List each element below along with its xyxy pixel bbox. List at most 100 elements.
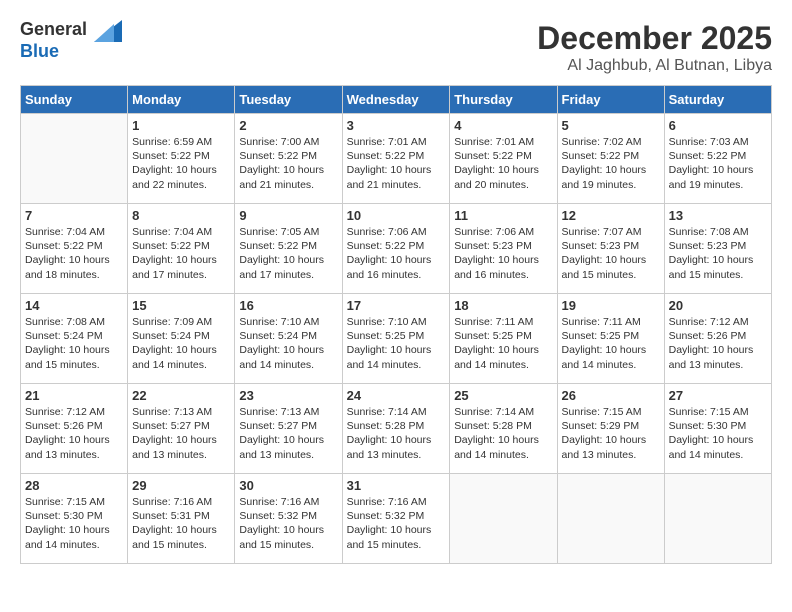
day-number: 1 [132, 118, 230, 133]
day-number: 31 [347, 478, 446, 493]
calendar-cell: 2Sunrise: 7:00 AM Sunset: 5:22 PM Daylig… [235, 114, 342, 204]
day-info: Sunrise: 7:15 AM Sunset: 5:29 PM Dayligh… [562, 405, 660, 462]
calendar-cell: 31 Sunrise: 7:16 AM Sunset: 5:32 PM Dayli… [342, 474, 450, 564]
day-info: Sunrise: 7:11 AM Sunset: 5:25 PM Dayligh… [454, 315, 552, 372]
calendar-cell: 11 Sunrise: 7:06 AM Sunset: 5:23 PM Dayli… [450, 204, 557, 294]
calendar-cell: 20 Sunrise: 7:12 AM Sunset: 5:26 PM Dayli… [664, 294, 771, 384]
calendar-cell: 4 Sunrise: 7:01 AM Sunset: 5:22 PM Daylig… [450, 114, 557, 204]
day-info: Sunrise: 7:01 AM Sunset: 5:22 PM Dayligh… [454, 135, 552, 192]
day-info: Sunrise: 7:16 AM Sunset: 5:31 PM Dayligh… [132, 495, 230, 552]
calendar-week-row: 28 Sunrise: 7:15 AM Sunset: 5:30 PM Dayli… [21, 474, 772, 564]
calendar-cell [450, 474, 557, 564]
day-number: 7 [25, 208, 123, 223]
day-number: 25 [454, 388, 552, 403]
day-number: 17 [347, 298, 446, 313]
page-header: General Blue December 2025 Al Jaghbub, A… [20, 20, 772, 75]
calendar-cell: 26 Sunrise: 7:15 AM Sunset: 5:29 PM Dayli… [557, 384, 664, 474]
day-number: 3 [347, 118, 446, 133]
day-number: 20 [669, 298, 767, 313]
calendar-cell: 10Sunrise: 7:06 AM Sunset: 5:22 PM Dayli… [342, 204, 450, 294]
calendar-cell: 30 Sunrise: 7:16 AM Sunset: 5:32 PM Dayli… [235, 474, 342, 564]
day-info: Sunrise: 7:13 AM Sunset: 5:27 PM Dayligh… [239, 405, 337, 462]
title-block: December 2025 Al Jaghbub, Al Butnan, Lib… [537, 20, 772, 75]
logo: General Blue [20, 20, 122, 60]
day-number: 23 [239, 388, 337, 403]
day-number: 27 [669, 388, 767, 403]
day-info: Sunrise: 7:05 AM Sunset: 5:22 PM Dayligh… [239, 225, 337, 282]
day-number: 9 [239, 208, 337, 223]
calendar-cell: 23 Sunrise: 7:13 AM Sunset: 5:27 PM Dayli… [235, 384, 342, 474]
day-info: Sunrise: 7:02 AM Sunset: 5:22 PM Dayligh… [562, 135, 660, 192]
day-info: Sunrise: 7:03 AM Sunset: 5:22 PM Dayligh… [669, 135, 767, 192]
calendar-cell: 24 Sunrise: 7:14 AM Sunset: 5:28 PM Dayli… [342, 384, 450, 474]
calendar-cell: 27 Sunrise: 7:15 AM Sunset: 5:30 PM Dayli… [664, 384, 771, 474]
day-number: 11 [454, 208, 552, 223]
day-number: 29 [132, 478, 230, 493]
day-info: Sunrise: 7:12 AM Sunset: 5:26 PM Dayligh… [25, 405, 123, 462]
day-info: Sunrise: 7:12 AM Sunset: 5:26 PM Dayligh… [669, 315, 767, 372]
calendar-cell: 3 Sunrise: 7:01 AM Sunset: 5:22 PM Daylig… [342, 114, 450, 204]
calendar-cell [557, 474, 664, 564]
calendar-cell: 28 Sunrise: 7:15 AM Sunset: 5:30 PM Dayli… [21, 474, 128, 564]
day-info: Sunrise: 7:14 AM Sunset: 5:28 PM Dayligh… [347, 405, 446, 462]
calendar-week-row: 21 Sunrise: 7:12 AM Sunset: 5:26 PM Dayli… [21, 384, 772, 474]
calendar-cell: 8 Sunrise: 7:04 AM Sunset: 5:22 PM Daylig… [128, 204, 235, 294]
calendar-cell: 14 Sunrise: 7:08 AM Sunset: 5:24 PM Dayli… [21, 294, 128, 384]
calendar-cell: 7 Sunrise: 7:04 AM Sunset: 5:22 PM Daylig… [21, 204, 128, 294]
day-number: 21 [25, 388, 123, 403]
calendar-cell: 18Sunrise: 7:11 AM Sunset: 5:25 PM Dayli… [450, 294, 557, 384]
day-info: Sunrise: 6:59 AM Sunset: 5:22 PM Dayligh… [132, 135, 230, 192]
day-number: 30 [239, 478, 337, 493]
logo-general: General [20, 19, 87, 39]
day-number: 14 [25, 298, 123, 313]
day-info: Sunrise: 7:15 AM Sunset: 5:30 PM Dayligh… [25, 495, 123, 552]
calendar-cell: 22Sunrise: 7:13 AM Sunset: 5:27 PM Dayli… [128, 384, 235, 474]
day-number: 4 [454, 118, 552, 133]
calendar-cell: 15 Sunrise: 7:09 AM Sunset: 5:24 PM Dayli… [128, 294, 235, 384]
calendar-header: SundayMondayTuesdayWednesdayThursdayFrid… [21, 86, 772, 114]
day-number: 10 [347, 208, 446, 223]
weekday-header: Thursday [450, 86, 557, 114]
day-info: Sunrise: 7:04 AM Sunset: 5:22 PM Dayligh… [132, 225, 230, 282]
logo-blue: Blue [20, 42, 59, 60]
day-info: Sunrise: 7:08 AM Sunset: 5:24 PM Dayligh… [25, 315, 123, 372]
calendar-table: SundayMondayTuesdayWednesdayThursdayFrid… [20, 85, 772, 564]
day-info: Sunrise: 7:16 AM Sunset: 5:32 PM Dayligh… [239, 495, 337, 552]
calendar-week-row: 1 Sunrise: 6:59 AM Sunset: 5:22 PM Daylig… [21, 114, 772, 204]
day-info: Sunrise: 7:16 AM Sunset: 5:32 PM Dayligh… [347, 495, 446, 552]
calendar-week-row: 7 Sunrise: 7:04 AM Sunset: 5:22 PM Daylig… [21, 204, 772, 294]
calendar-cell: 16Sunrise: 7:10 AM Sunset: 5:24 PM Dayli… [235, 294, 342, 384]
calendar-cell: 25 Sunrise: 7:14 AM Sunset: 5:28 PM Dayli… [450, 384, 557, 474]
day-info: Sunrise: 7:00 AM Sunset: 5:22 PM Dayligh… [239, 135, 337, 192]
day-info: Sunrise: 7:11 AM Sunset: 5:25 PM Dayligh… [562, 315, 660, 372]
day-info: Sunrise: 7:09 AM Sunset: 5:24 PM Dayligh… [132, 315, 230, 372]
day-number: 15 [132, 298, 230, 313]
day-number: 28 [25, 478, 123, 493]
weekday-header: Tuesday [235, 86, 342, 114]
day-number: 12 [562, 208, 660, 223]
day-number: 19 [562, 298, 660, 313]
calendar-cell [664, 474, 771, 564]
calendar-cell: 6 Sunrise: 7:03 AM Sunset: 5:22 PM Daylig… [664, 114, 771, 204]
day-number: 8 [132, 208, 230, 223]
calendar-cell [21, 114, 128, 204]
day-info: Sunrise: 7:07 AM Sunset: 5:23 PM Dayligh… [562, 225, 660, 282]
day-info: Sunrise: 7:14 AM Sunset: 5:28 PM Dayligh… [454, 405, 552, 462]
day-info: Sunrise: 7:06 AM Sunset: 5:23 PM Dayligh… [454, 225, 552, 282]
calendar-cell: 19 Sunrise: 7:11 AM Sunset: 5:25 PM Dayli… [557, 294, 664, 384]
day-number: 6 [669, 118, 767, 133]
calendar-cell: 29 Sunrise: 7:16 AM Sunset: 5:31 PM Dayli… [128, 474, 235, 564]
page-title: December 2025 [537, 20, 772, 57]
day-number: 26 [562, 388, 660, 403]
day-number: 13 [669, 208, 767, 223]
day-number: 24 [347, 388, 446, 403]
day-info: Sunrise: 7:08 AM Sunset: 5:23 PM Dayligh… [669, 225, 767, 282]
calendar-cell: 21 Sunrise: 7:12 AM Sunset: 5:26 PM Dayli… [21, 384, 128, 474]
calendar-cell: 9 Sunrise: 7:05 AM Sunset: 5:22 PM Daylig… [235, 204, 342, 294]
day-info: Sunrise: 7:10 AM Sunset: 5:24 PM Dayligh… [239, 315, 337, 372]
day-info: Sunrise: 7:04 AM Sunset: 5:22 PM Dayligh… [25, 225, 123, 282]
calendar-cell: 12 Sunrise: 7:07 AM Sunset: 5:23 PM Dayli… [557, 204, 664, 294]
calendar-cell: 17Sunrise: 7:10 AM Sunset: 5:25 PM Dayli… [342, 294, 450, 384]
day-info: Sunrise: 7:01 AM Sunset: 5:22 PM Dayligh… [347, 135, 446, 192]
day-info: Sunrise: 7:15 AM Sunset: 5:30 PM Dayligh… [669, 405, 767, 462]
